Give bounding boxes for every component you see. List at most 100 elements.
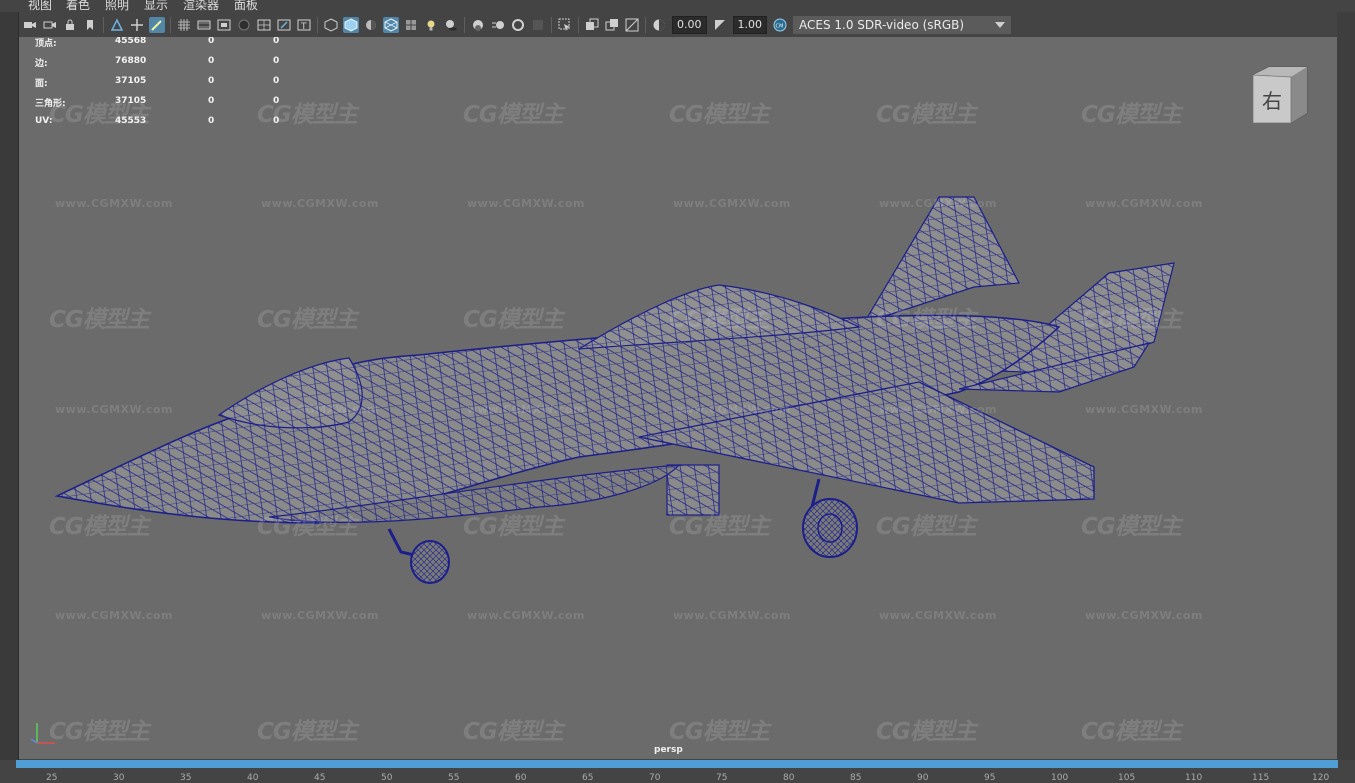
menu-shading[interactable]: 着色	[66, 0, 90, 11]
svg-text:T: T	[300, 22, 307, 32]
xray-joints-icon[interactable]	[604, 17, 620, 33]
viewport-toolbar: T 0.00 1.00 CM ACES 1.0 SDR-video (sRGB)	[20, 12, 1355, 37]
grid-icon[interactable]	[176, 17, 192, 33]
perspective-viewport[interactable]: CG模型主 CG模型主 CG模型主 CG模型主 CG模型主 CG模型主 www.…	[19, 37, 1337, 759]
grease-pencil-icon[interactable]	[149, 16, 165, 33]
toolbar-separator	[464, 16, 465, 33]
timeline-tick: 90	[917, 773, 929, 783]
hud-label: 顶点:	[35, 39, 57, 49]
hud-value: 0	[208, 96, 215, 106]
timeline-tick: 115	[1252, 773, 1270, 783]
field-chart-icon[interactable]	[256, 17, 272, 33]
motion-blur-icon[interactable]	[490, 17, 506, 33]
timeline-tick: 85	[850, 773, 862, 783]
gamma-field[interactable]: 1.00	[732, 15, 767, 34]
camera-icon[interactable]	[22, 17, 38, 33]
hud-row-vertices: 顶点: 45568 0 0	[35, 37, 315, 56]
image-plane-icon[interactable]	[109, 17, 125, 33]
viewport-menu-bar: 视图 着色 照明 显示 渲染器 面板	[0, 0, 1355, 11]
hud-value: 45568	[115, 37, 147, 46]
exposure-field[interactable]: 0.00	[672, 15, 707, 34]
timeline-tick: 65	[582, 773, 594, 783]
hud-value: 37105	[115, 96, 147, 106]
hud-value: 0	[273, 56, 280, 66]
menu-view[interactable]: 视图	[28, 0, 52, 11]
default-material-icon[interactable]	[363, 17, 379, 33]
timeline-tick: 45	[314, 773, 326, 783]
lock-camera-icon[interactable]	[62, 17, 78, 33]
view-transform-value: ACES 1.0 SDR-video (sRGB)	[799, 17, 965, 32]
timeline-tick: 120	[1312, 773, 1330, 783]
hud-row-faces: 面: 37105 0 0	[35, 76, 315, 96]
menu-renderer[interactable]: 渲染器	[183, 0, 219, 11]
ambient-occlusion-icon[interactable]	[470, 17, 486, 33]
hud-value: 37105	[115, 76, 147, 86]
gamma-icon[interactable]	[712, 17, 728, 33]
toolbar-separator	[645, 16, 646, 33]
hud-label: 边:	[35, 59, 48, 69]
safe-area-icon[interactable]	[236, 17, 252, 33]
lights-icon[interactable]	[423, 17, 439, 33]
xray-icon[interactable]	[584, 17, 600, 33]
hud-row-triangles: 三角形: 37105 0 0	[35, 96, 315, 116]
timeline-tick: 105	[1118, 773, 1136, 783]
viewcube-icon[interactable]: 右	[1249, 65, 1309, 129]
timeline-tick: 60	[515, 773, 527, 783]
camera-name-label: persp	[654, 745, 683, 755]
right-side-panel	[1337, 12, 1355, 760]
timeline-tick: 70	[649, 773, 661, 783]
time-slider[interactable]: 25 30 35 40 45 50 55 60 65 70 75 80 85 9…	[0, 760, 1355, 783]
view-transform-dropdown[interactable]: ACES 1.0 SDR-video (sRGB)	[793, 15, 1011, 34]
menu-panels[interactable]: 面板	[234, 0, 258, 11]
timeline-tick: 25	[46, 773, 58, 783]
hud-value: 0	[273, 116, 280, 126]
hud-value: 0	[208, 76, 215, 86]
textured-icon[interactable]	[403, 17, 419, 33]
depth-of-field-icon[interactable]	[530, 17, 546, 33]
svg-text:CM: CM	[776, 23, 784, 29]
resolution-gate-icon[interactable]	[216, 17, 232, 33]
safe-action-icon[interactable]	[276, 17, 292, 33]
timeline-tick: 55	[448, 773, 460, 783]
bookmark-icon[interactable]	[82, 17, 98, 33]
menu-lighting[interactable]: 照明	[105, 0, 129, 11]
poly-count-hud: 顶点: 45568 0 0 边: 76880 0 0 面: 37105 0 0 …	[35, 37, 315, 136]
exposure-icon[interactable]	[651, 17, 667, 33]
timeline-tick: 30	[113, 773, 125, 783]
hud-row-uvs: UV: 45553 0 0	[35, 116, 315, 136]
color-management-icon[interactable]: CM	[772, 17, 788, 33]
smooth-shade-icon[interactable]	[343, 16, 359, 33]
anti-aliasing-icon[interactable]	[510, 17, 526, 33]
select-camera-icon[interactable]	[42, 17, 58, 33]
left-side-panel	[0, 12, 19, 760]
hud-value: 76880	[115, 56, 147, 66]
viewcube-face-label: 右	[1262, 89, 1282, 113]
wireframe-icon[interactable]	[323, 17, 339, 33]
film-gate-icon[interactable]	[196, 17, 212, 33]
hud-row-edges: 边: 76880 0 0	[35, 56, 315, 76]
time-slider-range-bar[interactable]	[16, 760, 1338, 768]
aircraft-wireframe-model[interactable]	[19, 37, 1337, 759]
isolate-select-icon[interactable]	[557, 17, 573, 33]
hud-value: 0	[273, 76, 280, 86]
hud-value: 45553	[115, 116, 147, 126]
wireframe-on-shaded-icon[interactable]	[383, 16, 399, 33]
timeline-tick: 50	[381, 773, 393, 783]
hud-label: 面:	[35, 79, 48, 89]
toolbar-separator	[170, 16, 171, 33]
chevron-down-icon	[995, 21, 1005, 28]
timeline-tick: 100	[1051, 773, 1069, 783]
timeline-tick: 35	[180, 773, 192, 783]
shadows-icon[interactable]	[443, 17, 459, 33]
move-camera-icon[interactable]	[129, 17, 145, 33]
xray-active-icon[interactable]	[624, 17, 640, 33]
menu-show[interactable]: 显示	[144, 0, 168, 11]
timeline-tick: 110	[1185, 773, 1203, 783]
timeline-tick: 40	[247, 773, 259, 783]
toolbar-separator	[551, 16, 552, 33]
hud-label: 三角形:	[35, 99, 66, 109]
toolbar-separator	[103, 16, 104, 33]
safe-title-icon[interactable]: T	[296, 17, 312, 33]
timeline-tick: 80	[783, 773, 795, 783]
hud-value: 0	[208, 37, 215, 46]
